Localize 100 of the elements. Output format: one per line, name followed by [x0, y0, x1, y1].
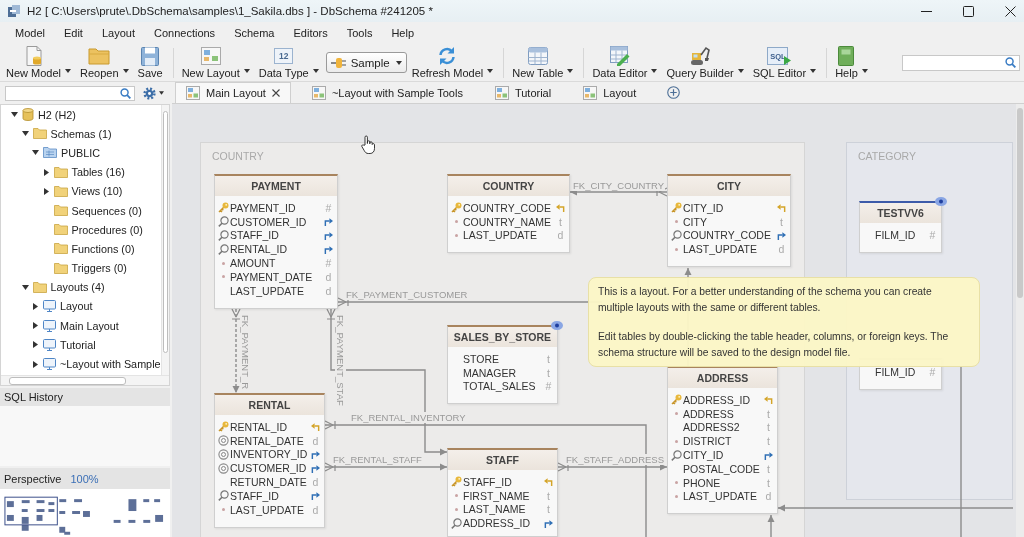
collapsed-arrow-icon[interactable]	[32, 360, 39, 368]
toolbar-button[interactable]: Save	[135, 45, 165, 80]
dropdown-caret-icon[interactable]	[122, 69, 129, 73]
dropdown-caret-icon[interactable]	[810, 69, 817, 73]
tree-item-label[interactable]: ~Layout with Sample	[60, 358, 161, 371]
column-name[interactable]: LAST_NAME	[463, 503, 526, 516]
column-name[interactable]: LAST_UPDATE	[463, 229, 537, 242]
table-node[interactable]: STAFF STAFF_ID FIRST_NAME t LAST_NAME t ADDRESS_ID	[447, 448, 558, 537]
tree-item-label[interactable]: Tables (16)	[71, 166, 125, 179]
tree-item-label[interactable]: Tutorial	[60, 338, 96, 351]
tree-item-label[interactable]: Main Layout	[60, 319, 119, 332]
expanded-arrow-icon[interactable]	[21, 130, 29, 138]
column-name[interactable]: CUSTOMER_ID	[230, 215, 307, 228]
column-name[interactable]: TOTAL_SALES	[463, 380, 536, 393]
column-name[interactable]: STORE	[463, 352, 499, 365]
toolbar-button[interactable]: Help	[833, 45, 870, 80]
table-node[interactable]: CITY CITY_ID CITY t COUNTRY_CODE LAST_UPDATE d	[667, 174, 791, 268]
column-name[interactable]: FILM_ID	[875, 365, 916, 378]
dropdown-caret-icon[interactable]	[243, 69, 250, 73]
column-name[interactable]: LAST_UPDATE	[230, 284, 304, 297]
dropdown-caret-icon[interactable]	[65, 69, 72, 73]
tree-item-label[interactable]: Functions (0)	[71, 242, 135, 255]
dropdown-caret-icon[interactable]	[487, 69, 494, 73]
column-name[interactable]: POSTAL_CODE	[683, 462, 760, 475]
menu-item[interactable]: Help	[391, 27, 415, 39]
column-name[interactable]: LAST_UPDATE	[230, 503, 304, 516]
search-icon[interactable]	[1005, 57, 1016, 68]
table-title[interactable]: CITY	[668, 176, 790, 196]
menu-item[interactable]: Model	[15, 27, 45, 39]
table-title[interactable]: ADDRESS	[668, 368, 777, 388]
dropdown-caret-icon[interactable]	[567, 69, 574, 73]
tree-item-label[interactable]: Procedures (0)	[71, 223, 143, 236]
table-title[interactable]: RENTAL	[215, 395, 324, 415]
panel-title[interactable]: Perspective	[4, 472, 62, 485]
menu-item[interactable]: Schema	[234, 27, 275, 39]
column-name[interactable]: PHONE	[683, 476, 721, 489]
column-name[interactable]: MANAGER	[463, 366, 517, 379]
dropdown-caret-icon[interactable]	[737, 69, 744, 73]
toolbar-button[interactable]: New Model	[4, 45, 74, 80]
tree-item-label[interactable]: Triggers (0)	[71, 262, 127, 275]
table-title[interactable]: SALES_BY_STORE	[448, 327, 557, 347]
column-name[interactable]: RENTAL_ID	[230, 243, 287, 256]
column-name[interactable]: RETURN_DATE	[230, 476, 307, 489]
toolbar-button[interactable]: Reopen	[78, 45, 131, 80]
scrollbar-thumb[interactable]	[163, 111, 168, 353]
column-name[interactable]: LAST_UPDATE	[683, 490, 757, 503]
column-name[interactable]: FILM_ID	[875, 228, 916, 241]
column-name[interactable]: RENTAL_ID	[230, 420, 287, 433]
dropdown-button[interactable]: Sample	[325, 52, 407, 73]
column-name[interactable]: STAFF_ID	[230, 229, 279, 242]
column-name[interactable]: ADDRESS_ID	[463, 517, 531, 530]
tree-item-label[interactable]: PUBLIC	[61, 146, 100, 159]
dropdown-caret-icon[interactable]	[861, 69, 868, 73]
menu-item[interactable]: Editors	[293, 27, 328, 39]
dropdown-caret-icon[interactable]	[651, 69, 658, 73]
tree-item-label[interactable]: Layouts (4)	[50, 281, 105, 294]
close-icon[interactable]	[1005, 5, 1016, 17]
tree-item-label[interactable]: Schemas (1)	[50, 127, 112, 140]
column-name[interactable]: STAFF_ID	[463, 475, 512, 488]
column-name[interactable]: CUSTOMER_ID	[230, 462, 307, 475]
column-name[interactable]: CITY	[683, 215, 707, 228]
table-title[interactable]: STAFF	[448, 450, 557, 470]
collapsed-arrow-icon[interactable]	[42, 187, 50, 195]
collapsed-arrow-icon[interactable]	[32, 322, 39, 330]
menu-item[interactable]: Edit	[63, 27, 83, 39]
tab[interactable]: ~Layout with Sample Tools	[300, 82, 474, 103]
toolbar-button[interactable]: New Layout	[179, 45, 252, 80]
column-name[interactable]: CITY_ID	[683, 449, 724, 462]
toolbar-button[interactable]: New Table	[510, 45, 576, 80]
table-node[interactable]: RENTAL RENTAL_ID RENTAL_DATE d INVENTORY_ID CUSTOMER_ID RETURN_DATE d STAFF_ID LAST_UPDATE d	[214, 393, 325, 528]
column-name[interactable]: PAYMENT_DATE	[230, 270, 313, 283]
toolbar-button[interactable]: Refresh Model	[409, 45, 496, 80]
column-name[interactable]: PAYMENT_ID	[230, 201, 296, 214]
column-name[interactable]: RENTAL_DATE	[230, 434, 304, 447]
column-name[interactable]: COUNTRY_CODE	[683, 229, 771, 242]
column-name[interactable]: CITY_ID	[683, 201, 724, 214]
table-title[interactable]: PAYMENT	[215, 176, 337, 196]
column-name[interactable]: FIRST_NAME	[463, 489, 530, 502]
expanded-arrow-icon[interactable]	[32, 149, 39, 157]
panel-title[interactable]: SQL History	[4, 391, 63, 403]
table-node[interactable]: ADDRESS ADDRESS_ID ADDRESS t ADDRESS2 t DISTRICT t CITY_ID POSTAL_CODE t PHONE t LAST_UPDATE d	[667, 366, 778, 515]
dropdown-caret-icon[interactable]	[312, 69, 319, 73]
table-node[interactable]: TESTVV6 FILM_ID #	[859, 201, 942, 253]
tree-item-label[interactable]: Layout	[60, 300, 93, 313]
search-icon[interactable]	[120, 87, 131, 99]
toolbar-button[interactable]: Data Editor	[590, 45, 660, 80]
table-title[interactable]: COUNTRY	[448, 176, 569, 196]
column-name[interactable]: AMOUNT	[230, 257, 276, 270]
column-name[interactable]: COUNTRY_CODE	[463, 201, 551, 214]
column-name[interactable]: INVENTORY_ID	[230, 448, 308, 461]
column-name[interactable]: COUNTRY_NAME	[463, 215, 551, 228]
column-name[interactable]: DISTRICT	[683, 435, 732, 448]
toolbar-button[interactable]: Query Builder	[664, 45, 746, 80]
expanded-arrow-icon[interactable]	[21, 283, 29, 291]
horizontal-scrollbar[interactable]	[1, 375, 169, 385]
search-field[interactable]	[5, 85, 135, 101]
table-title[interactable]: TESTVV6	[860, 203, 941, 223]
menu-item[interactable]: Tools	[346, 27, 373, 39]
tree-item-label[interactable]: H2 (H2)	[38, 108, 76, 121]
maximize-icon[interactable]	[963, 5, 974, 17]
